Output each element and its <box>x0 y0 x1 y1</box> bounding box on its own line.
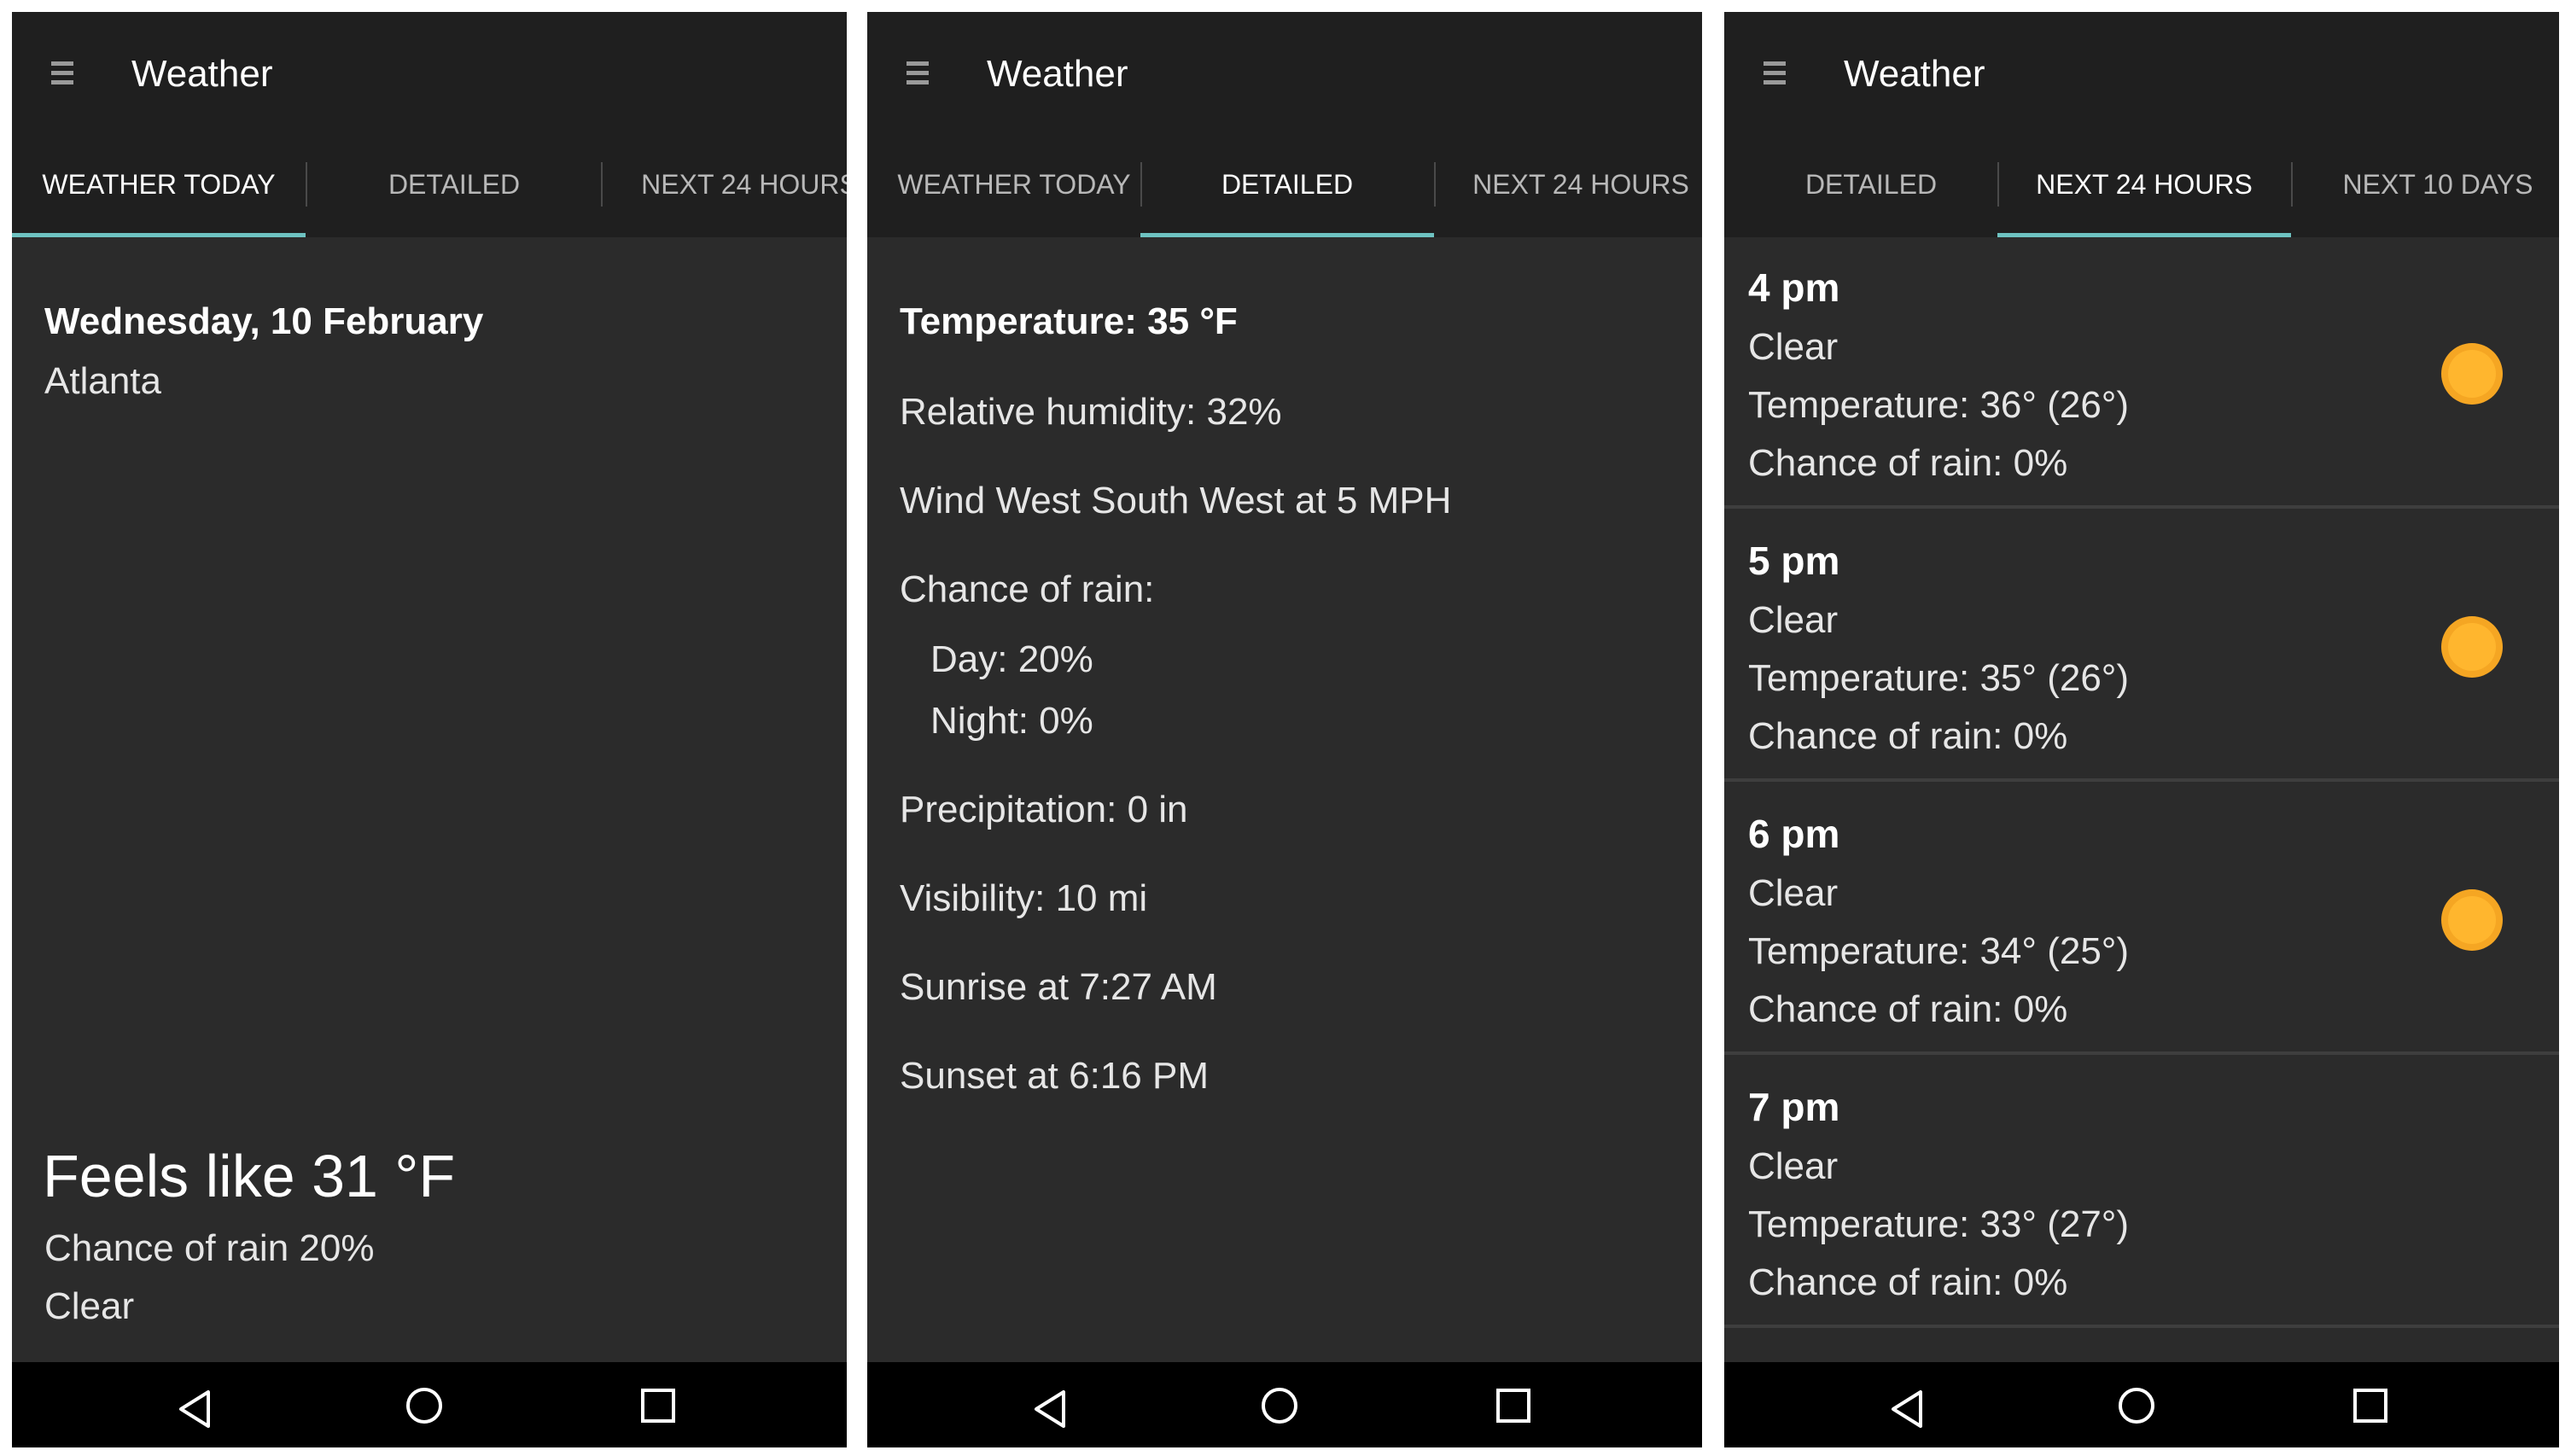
detailed-content: Temperature: 35 °F Relative humidity: 32… <box>867 237 1702 1362</box>
moon-icon <box>2458 1161 2486 1215</box>
rain-day-label: Day: 20% <box>930 638 1093 680</box>
tab-next-24-hours[interactable]: NEXT 24 HOURS <box>1434 131 1702 237</box>
sunset-label: Sunset at 6:16 PM <box>900 1055 1209 1097</box>
precipitation-label: Precipitation: 0 in <box>900 789 1188 830</box>
hour-list-item[interactable]: 6 pm Clear Temperature: 34° (25°) Chance… <box>1724 783 2559 1055</box>
menu-icon[interactable] <box>907 58 929 87</box>
hour-list-item[interactable]: 5 pm Clear Temperature: 35° (26°) Chance… <box>1724 510 2559 782</box>
wind-label: Wind West South West at 5 MPH <box>900 480 1452 521</box>
tab-weather-today[interactable]: WEATHER TODAY <box>12 131 306 237</box>
chance-of-rain-label: Chance of rain: <box>900 568 1155 610</box>
hour-rain-chance: Chance of rain: 0% <box>1748 1261 2068 1303</box>
phone-screen-next-24-hours: Weather DETAILED NEXT 24 HOURS NEXT 10 D… <box>1724 12 2559 1447</box>
tab-next-24-hours[interactable]: NEXT 24 HOURS <box>603 131 847 237</box>
tab-detailed[interactable]: DETAILED <box>307 131 601 237</box>
hour-condition: Clear <box>1748 326 1839 368</box>
hourly-forecast-list[interactable]: 4 pm Clear Temperature: 36° (26°) Chance… <box>1724 237 2559 1362</box>
tab-weather-today[interactable]: WEATHER TODAY <box>867 131 1161 237</box>
date-label: Wednesday, 10 February <box>44 300 484 342</box>
humidity-label: Relative humidity: 32% <box>900 391 1282 433</box>
hour-temperature: Temperature: 33° (27°) <box>1748 1203 2130 1245</box>
hour-rain-chance: Chance of rain: 0% <box>1748 442 2068 484</box>
weather-today-content: Wednesday, 10 February Atlanta Feels lik… <box>12 237 847 1362</box>
hour-time: 7 pm <box>1748 1085 1840 1129</box>
app-bar: Weather <box>867 12 1702 131</box>
list-divider <box>1724 1325 2559 1328</box>
back-icon[interactable] <box>1890 1389 1924 1429</box>
sun-icon <box>2441 343 2503 405</box>
tab-detailed[interactable]: DETAILED <box>1724 131 2018 237</box>
hour-condition: Clear <box>1748 1145 1839 1187</box>
city-label: Atlanta <box>44 360 161 402</box>
list-divider <box>1724 778 2559 782</box>
visibility-label: Visibility: 10 mi <box>900 877 1148 919</box>
tab-next-10-days[interactable]: NEXT 10 DAYS <box>2291 131 2559 237</box>
menu-icon[interactable] <box>51 58 73 87</box>
tab-next-24-hours[interactable]: NEXT 24 HOURS <box>1997 131 2291 237</box>
system-nav-bar <box>867 1362 1702 1447</box>
tab-detailed[interactable]: DETAILED <box>1140 131 1434 237</box>
tab-bar: WEATHER TODAY DETAILED NEXT 24 HOURS <box>867 131 1702 237</box>
hour-condition: Clear <box>1748 872 1839 914</box>
hour-time: 4 pm <box>1748 265 1840 310</box>
hour-rain-chance: Chance of rain: 0% <box>1748 715 2068 757</box>
home-icon[interactable] <box>1260 1386 1299 1425</box>
hour-condition: Clear <box>1748 599 1839 641</box>
hour-rain-chance: Chance of rain: 0% <box>1748 988 2068 1030</box>
phone-screen-weather-today: Weather WEATHER TODAY DETAILED NEXT 24 H… <box>12 12 847 1447</box>
hour-list-item[interactable]: 7 pm Clear Temperature: 33° (27°) Chance… <box>1724 1057 2559 1328</box>
home-icon[interactable] <box>405 1386 444 1425</box>
app-title: Weather <box>131 53 273 95</box>
hour-temperature: Temperature: 34° (25°) <box>1748 930 2130 972</box>
feels-like-label: Feels like 31 °F <box>43 1143 456 1209</box>
recent-apps-icon[interactable] <box>640 1388 676 1424</box>
hour-list-item[interactable]: 4 pm Clear Temperature: 36° (26°) Chance… <box>1724 237 2559 509</box>
app-title: Weather <box>987 53 1128 95</box>
tab-bar: DETAILED NEXT 24 HOURS NEXT 10 DAYS <box>1724 131 2559 237</box>
temperature-label: Temperature: 35 °F <box>900 300 1238 342</box>
back-icon[interactable] <box>1033 1389 1067 1429</box>
sun-icon <box>2441 889 2503 951</box>
hour-time: 6 pm <box>1748 812 1840 856</box>
home-icon[interactable] <box>2117 1386 2156 1425</box>
hour-time: 5 pm <box>1748 539 1840 583</box>
hour-temperature: Temperature: 36° (26°) <box>1748 384 2130 426</box>
system-nav-bar <box>12 1362 847 1447</box>
app-bar: Weather <box>1724 12 2559 131</box>
hour-temperature: Temperature: 35° (26°) <box>1748 657 2130 699</box>
tab-bar: WEATHER TODAY DETAILED NEXT 24 HOURS <box>12 131 847 237</box>
list-divider <box>1724 505 2559 509</box>
app-bar: Weather <box>12 12 847 131</box>
list-divider <box>1724 1051 2559 1055</box>
condition-label: Clear <box>44 1285 135 1327</box>
menu-icon[interactable] <box>1764 58 1786 87</box>
phone-screen-detailed: Weather WEATHER TODAY DETAILED NEXT 24 H… <box>867 12 1702 1447</box>
back-icon[interactable] <box>178 1389 212 1429</box>
system-nav-bar <box>1724 1362 2559 1447</box>
rain-night-label: Night: 0% <box>930 700 1093 742</box>
recent-apps-icon[interactable] <box>1495 1388 1531 1424</box>
sunrise-label: Sunrise at 7:27 AM <box>900 966 1217 1008</box>
app-title: Weather <box>1844 53 1985 95</box>
sun-icon <box>2441 616 2503 678</box>
chance-of-rain-label: Chance of rain 20% <box>44 1227 375 1269</box>
recent-apps-icon[interactable] <box>2352 1388 2388 1424</box>
